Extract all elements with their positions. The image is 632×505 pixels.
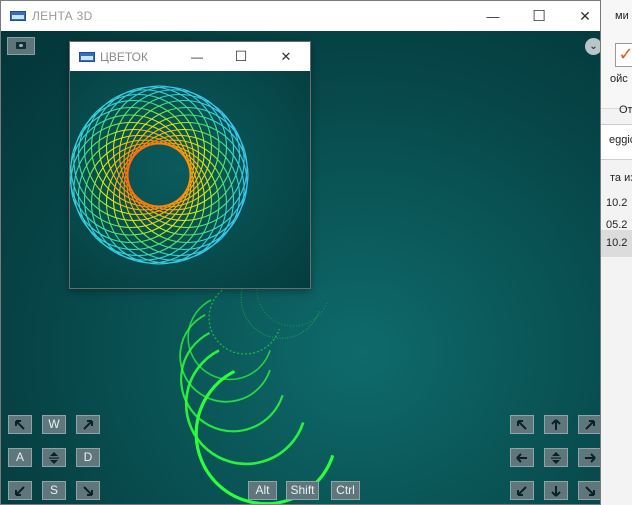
- background-row-3: 10.2: [606, 237, 628, 249]
- background-ribbon-text: ми: [615, 10, 629, 22]
- background-search-field[interactable]: eggic: [601, 124, 632, 160]
- flower-ring: [118, 93, 241, 216]
- close-button[interactable]: ✕: [562, 1, 608, 31]
- flower-viewport[interactable]: [70, 71, 310, 288]
- right-arrow-icon[interactable]: [578, 448, 600, 467]
- flower-ring: [98, 85, 220, 207]
- ribbon-arc: [184, 349, 305, 466]
- up-right-arrow-icon[interactable]: [76, 415, 100, 434]
- right-button[interactable]: D: [76, 448, 100, 467]
- left-arrow-icon[interactable]: [510, 448, 534, 467]
- ribbon-arc: [180, 331, 284, 433]
- flower-ring: [127, 114, 249, 236]
- flower-maximize-button[interactable]: ☐: [218, 42, 264, 71]
- ctrl-button[interactable]: Ctrl: [331, 481, 360, 500]
- chevron-down-icon[interactable]: ⌄: [585, 38, 600, 55]
- flower-ring: [70, 114, 191, 236]
- up-arrow-icon[interactable]: [544, 415, 568, 434]
- background-row-1[interactable]: 10.2: [606, 197, 627, 209]
- app-icon: [10, 11, 26, 21]
- flower-pattern: [70, 85, 249, 265]
- flower-ring: [118, 134, 241, 257]
- checkmark-icon[interactable]: ✓: [615, 43, 632, 67]
- alt-button[interactable]: Alt: [248, 481, 277, 500]
- right-down-right-arrow-icon[interactable]: [578, 481, 600, 500]
- flower-ring: [98, 143, 220, 265]
- ribbon-arc: [208, 285, 280, 355]
- flower-minimize-button[interactable]: —: [174, 42, 220, 71]
- background-window: ми ✓ ойс От eggic та из 10.2 05.2 10.2: [600, 0, 632, 505]
- flower-ring: [77, 134, 200, 257]
- flower-close-button[interactable]: ✕: [263, 42, 309, 71]
- left-button[interactable]: A: [8, 448, 32, 467]
- minimize-button[interactable]: —: [470, 1, 516, 31]
- main-titlebar[interactable]: ЛЕНТА 3D — ☐ ✕: [1, 1, 600, 31]
- background-row-selected[interactable]: 10.2: [601, 230, 632, 257]
- shift-button[interactable]: Shift: [286, 481, 319, 500]
- maximize-button[interactable]: ☐: [516, 1, 562, 31]
- background-tab-text[interactable]: От: [619, 104, 632, 116]
- right-up-left-arrow-icon[interactable]: [510, 415, 534, 434]
- camera-icon[interactable]: [7, 37, 35, 55]
- up-left-arrow-icon[interactable]: [8, 415, 32, 434]
- back-button[interactable]: S: [42, 481, 66, 500]
- right-up-right-arrow-icon[interactable]: [578, 415, 600, 434]
- flower-ring: [77, 93, 200, 216]
- flower-app-icon: [79, 52, 95, 62]
- up-down-icon[interactable]: [42, 448, 66, 467]
- background-menu-text: ойс: [610, 73, 628, 85]
- flower-window: ЦВЕТОК — ☐ ✕: [69, 41, 311, 289]
- flower-titlebar[interactable]: ЦВЕТОК — ☐ ✕: [70, 42, 310, 71]
- right-down-left-arrow-icon[interactable]: [510, 481, 534, 500]
- background-search-value: eggic: [609, 134, 632, 146]
- down-left-arrow-icon[interactable]: [8, 481, 32, 500]
- background-column-header: та из: [610, 172, 632, 184]
- down-right-arrow-icon[interactable]: [76, 481, 100, 500]
- flower-window-title: ЦВЕТОК: [100, 50, 148, 64]
- down-arrow-icon[interactable]: [544, 481, 568, 500]
- right-up-down-icon[interactable]: [544, 448, 568, 467]
- forward-button[interactable]: W: [42, 415, 66, 434]
- main-window-title: ЛЕНТА 3D: [32, 9, 93, 23]
